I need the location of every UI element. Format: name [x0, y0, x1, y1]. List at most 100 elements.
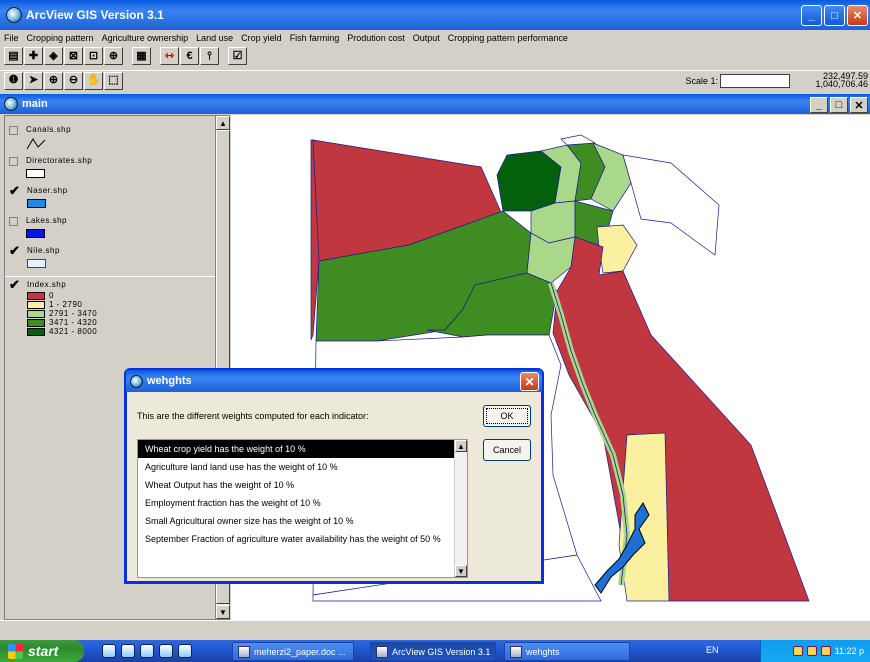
theme-properties-icon[interactable]: ◈	[44, 47, 63, 65]
tool-bar: ❶ ➤ ⊕ ⊖ ✋ ⬚ Scale 1: 232,497.59 1,040,70…	[0, 70, 870, 90]
theme-label: Lakes.shp	[26, 216, 67, 225]
theme-checkbox[interactable]	[9, 157, 18, 166]
taskbar-item-label: ArcView GIS Version 3.1	[392, 646, 491, 657]
internet-explorer-icon[interactable]	[102, 644, 116, 658]
list-item[interactable]: September Fraction of agriculture water …	[138, 530, 467, 548]
coord-y: 1,040,706.46	[815, 79, 868, 89]
chart-icon[interactable]: ⫯	[200, 47, 219, 65]
taskbar-item-weights[interactable]: wehghts	[504, 642, 630, 661]
menu-file[interactable]: File	[4, 33, 19, 43]
menu-crop-yield[interactable]: Crop yield	[241, 33, 282, 43]
menu-output[interactable]: Output	[413, 33, 440, 43]
theme-checkbox-checked[interactable]: ✔	[9, 278, 20, 291]
dialog-close-button[interactable]: ✕	[520, 372, 539, 391]
view-titlebar[interactable]: main	[0, 94, 870, 114]
zoom-to-themes-icon[interactable]: ⊡	[84, 47, 103, 65]
list-item[interactable]: Agriculture land land use has the weight…	[138, 458, 467, 476]
theme-nile[interactable]: ✔ Nile.shp	[9, 244, 60, 269]
theme-checkbox[interactable]	[9, 126, 18, 135]
zoom-in-icon[interactable]: ⊕	[44, 71, 63, 90]
legend-class: 3471 - 4320	[27, 318, 97, 327]
media-icon[interactable]	[140, 644, 154, 658]
tray-icon[interactable]	[806, 646, 817, 656]
region-eastern-desert[interactable]	[552, 236, 810, 602]
checkmark-icon[interactable]: ☑	[228, 47, 247, 65]
app-icon[interactable]	[178, 644, 192, 658]
menu-agriculture-ownership[interactable]: Agriculture ownership	[102, 33, 189, 43]
theme-lakes[interactable]: Lakes.shp	[9, 216, 67, 239]
select-feature-icon[interactable]: ⬚	[104, 71, 123, 90]
view-maximize-button[interactable]: □	[830, 97, 848, 113]
close-button[interactable]: ✕	[847, 5, 868, 26]
cancel-button[interactable]: Cancel	[483, 439, 531, 461]
folder-icon[interactable]	[159, 644, 173, 658]
theme-checkbox-checked[interactable]: ✔	[9, 184, 20, 197]
theme-label: Nile.shp	[27, 246, 60, 255]
menu-cropping-pattern-performance[interactable]: Cropping pattern performance	[448, 33, 568, 43]
scroll-up-button[interactable]: ▲	[216, 116, 230, 130]
list-item[interactable]: Small Agricultural owner size has the we…	[138, 512, 467, 530]
pointer-icon[interactable]: ➤	[24, 71, 43, 90]
dialog-titlebar[interactable]: wehghts	[126, 370, 542, 392]
menu-land-use[interactable]: Land use	[196, 33, 233, 43]
theme-checkbox[interactable]	[9, 217, 18, 226]
theme-canals[interactable]: Canals.shp	[9, 125, 71, 150]
coordinate-readout: 232,497.59 1,040,706.46	[815, 72, 868, 89]
maximize-button[interactable]: □	[824, 5, 845, 26]
region-dark-green[interactable]	[496, 150, 562, 212]
theme-directorates[interactable]: Directorates.shp	[9, 156, 92, 179]
quick-launch	[102, 644, 192, 658]
taskbar-item-arcview[interactable]: ArcView GIS Version 3.1	[370, 642, 496, 661]
start-button[interactable]: start	[0, 640, 84, 662]
legend-label: 0	[49, 291, 54, 300]
menu-production-cost[interactable]: Prodution cost	[347, 33, 405, 43]
zoom-out-icon[interactable]: ⊖	[64, 71, 83, 90]
app-title: ArcView GIS Version 3.1	[26, 8, 164, 22]
tray-icon[interactable]	[820, 646, 831, 656]
pan-hand-icon[interactable]: ✋	[84, 71, 103, 90]
listbox-scrollbar[interactable]: ▲ ▼	[454, 440, 467, 577]
theme-label: Naser.shp	[27, 186, 68, 195]
add-theme-icon[interactable]: ✚	[24, 47, 43, 65]
region-coast[interactable]	[560, 134, 597, 146]
save-project-icon[interactable]: ▤	[4, 47, 23, 65]
theme-checkbox-checked[interactable]: ✔	[9, 244, 20, 257]
language-indicator[interactable]: EN	[706, 645, 719, 655]
scroll-down-button[interactable]: ▼	[216, 605, 230, 619]
weights-listbox[interactable]: Wheat crop yield has the weight of 10 % …	[137, 439, 468, 578]
arcview-icon	[376, 645, 388, 658]
dialog-title: wehghts	[147, 375, 192, 387]
tray-icon[interactable]	[792, 646, 803, 656]
identify-icon[interactable]: ❶	[4, 71, 23, 90]
open-attribute-table-icon[interactable]: ▦	[132, 47, 151, 65]
list-item[interactable]: Wheat Output has the weight of 10 %	[138, 476, 467, 494]
legend-class: 2791 - 3470	[27, 309, 97, 318]
legend-swatch	[27, 309, 45, 318]
currency-icon[interactable]: €	[180, 47, 199, 65]
ok-button[interactable]: OK	[483, 405, 531, 427]
scale-control: Scale 1:	[685, 74, 790, 88]
taskbar-item-word[interactable]: meherzi2_paper.doc ...	[232, 642, 354, 661]
browser-icon[interactable]	[121, 644, 135, 658]
theme-naser[interactable]: ✔ Naser.shp	[9, 184, 68, 209]
list-item[interactable]: Employment fraction has the weight of 10…	[138, 494, 467, 512]
list-item-selected[interactable]: Wheat crop yield has the weight of 10 %	[138, 440, 467, 458]
legend-class: 0	[27, 291, 97, 300]
minimize-button[interactable]: _	[801, 5, 822, 26]
scale-label: Scale 1:	[685, 76, 718, 86]
menu-fish-farming[interactable]: Fish farming	[290, 33, 340, 43]
legend-swatch	[27, 318, 45, 327]
measure-icon[interactable]: ⇿	[160, 47, 179, 65]
zoom-previous-icon[interactable]: ⊕	[104, 47, 123, 65]
theme-label: Index.shp	[27, 280, 67, 289]
list-scroll-down-button[interactable]: ▼	[455, 565, 467, 577]
view-close-button[interactable]: ✕	[850, 97, 868, 113]
zoom-full-extent-icon[interactable]: ⊠	[64, 47, 83, 65]
menu-cropping-pattern[interactable]: Cropping pattern	[27, 33, 94, 43]
theme-index[interactable]: ✔ Index.shp 0 1 - 2790 2791 - 3470 3471 …	[5, 276, 215, 346]
view-minimize-button[interactable]: _	[810, 97, 828, 113]
list-scroll-up-button[interactable]: ▲	[455, 440, 467, 452]
app-titlebar[interactable]: ArcView GIS Version 3.1 _ □ ✕	[0, 0, 870, 30]
region-sinai[interactable]	[622, 154, 720, 256]
scale-input[interactable]	[720, 74, 790, 88]
